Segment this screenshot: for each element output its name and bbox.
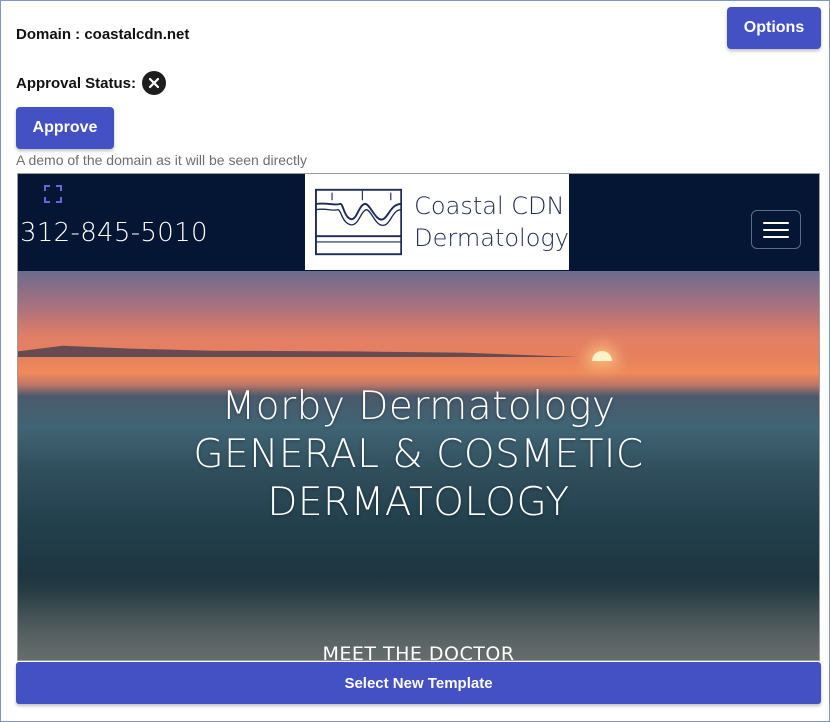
select-new-template-button[interactable]: Select New Template — [16, 662, 821, 704]
hero-line-1: Morby Dermatology — [221, 384, 616, 429]
options-button[interactable]: Options — [727, 7, 821, 49]
site-logo[interactable]: Coastal CDN Dermatology — [305, 174, 569, 270]
hero-line-3: DERMATOLOGY — [267, 480, 570, 525]
expand-icon[interactable] — [44, 185, 62, 203]
site-header: 312-845-5010 Coastal CDN Dermatology — [18, 174, 819, 271]
logo-line-1: Coastal CDN — [414, 192, 565, 220]
approval-status-label: Approval Status: — [16, 74, 137, 92]
phone-number[interactable]: 312-845-5010 — [20, 218, 208, 248]
hero-heading: Morby Dermatology GENERAL & COSMETIC DER… — [18, 383, 819, 527]
meet-the-doctor-link[interactable]: MEET THE DOCTOR — [18, 643, 819, 660]
hamburger-icon — [763, 221, 789, 238]
hero-banner: Morby Dermatology GENERAL & COSMETIC DER… — [18, 271, 819, 660]
skin-layers-logo-icon — [315, 188, 403, 256]
menu-toggle-button[interactable] — [751, 210, 801, 249]
logo-line-2: Dermatology — [414, 224, 569, 252]
site-preview[interactable]: 312-845-5010 Coastal CDN Dermatology Mor… — [17, 173, 820, 661]
close-circle-icon — [142, 71, 167, 95]
approval-panel: Domain : coastalcdn.net Options Approval… — [0, 0, 830, 722]
approval-status: Approval Status: — [16, 71, 167, 95]
approve-button[interactable]: Approve — [16, 107, 114, 149]
domain-label: Domain : coastalcdn.net — [16, 26, 190, 43]
hero-line-2: GENERAL & COSMETIC — [193, 432, 644, 477]
demo-caption: A demo of the domain as it will be seen … — [16, 152, 308, 168]
